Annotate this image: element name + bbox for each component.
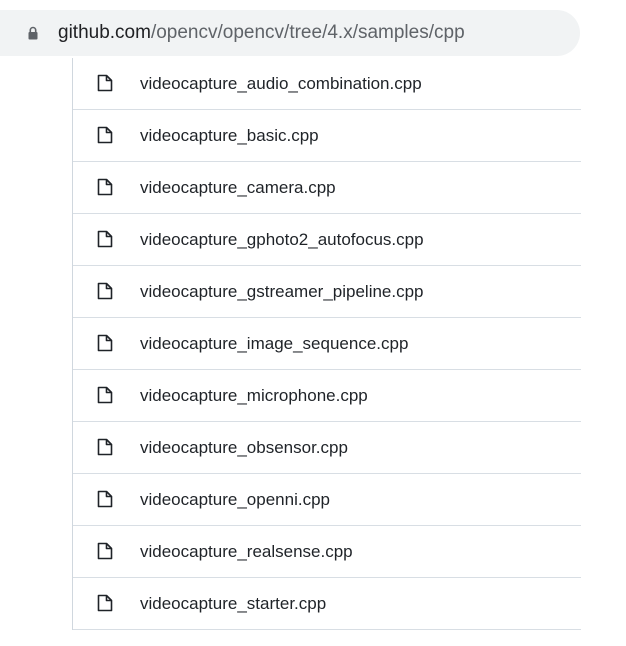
file-icon <box>97 594 113 612</box>
file-icon <box>97 74 113 92</box>
file-icon <box>97 542 113 560</box>
file-list: videocapture_audio_combination.cppvideoc… <box>72 58 581 630</box>
file-icon <box>97 334 113 352</box>
file-row[interactable]: videocapture_starter.cpp <box>73 578 581 630</box>
file-link[interactable]: videocapture_obsensor.cpp <box>140 437 348 459</box>
file-row[interactable]: videocapture_camera.cpp <box>73 162 581 214</box>
file-row[interactable]: videocapture_openni.cpp <box>73 474 581 526</box>
file-row[interactable]: videocapture_audio_combination.cpp <box>73 58 581 110</box>
lock-icon[interactable] <box>28 26 38 40</box>
file-icon <box>97 490 113 508</box>
file-icon <box>97 178 113 196</box>
url-host: github.com <box>58 22 151 43</box>
file-link[interactable]: videocapture_audio_combination.cpp <box>140 73 422 95</box>
file-icon <box>97 282 113 300</box>
file-icon <box>97 126 113 144</box>
file-link[interactable]: videocapture_image_sequence.cpp <box>140 333 408 355</box>
file-link[interactable]: videocapture_basic.cpp <box>140 125 319 147</box>
file-link[interactable]: videocapture_microphone.cpp <box>140 385 368 407</box>
file-row[interactable]: videocapture_obsensor.cpp <box>73 422 581 474</box>
file-link[interactable]: videocapture_starter.cpp <box>140 593 326 615</box>
file-icon <box>97 386 113 404</box>
file-row[interactable]: videocapture_realsense.cpp <box>73 526 581 578</box>
url-path: /opencv/opencv/tree/4.x/samples/cpp <box>150 22 465 43</box>
file-row[interactable]: videocapture_gstreamer_pipeline.cpp <box>73 266 581 318</box>
file-row[interactable]: videocapture_image_sequence.cpp <box>73 318 581 370</box>
file-link[interactable]: videocapture_camera.cpp <box>140 177 336 199</box>
file-row[interactable]: videocapture_microphone.cpp <box>73 370 581 422</box>
file-icon <box>97 230 113 248</box>
file-link[interactable]: videocapture_openni.cpp <box>140 489 330 511</box>
file-link[interactable]: videocapture_gphoto2_autofocus.cpp <box>140 229 424 251</box>
file-row[interactable]: videocapture_basic.cpp <box>73 110 581 162</box>
file-row[interactable]: videocapture_gphoto2_autofocus.cpp <box>73 214 581 266</box>
file-link[interactable]: videocapture_realsense.cpp <box>140 541 353 563</box>
address-bar[interactable]: github.com/opencv/opencv/tree/4.x/sample… <box>0 10 580 56</box>
url-text[interactable]: github.com/opencv/opencv/tree/4.x/sample… <box>58 21 465 45</box>
file-link[interactable]: videocapture_gstreamer_pipeline.cpp <box>140 281 424 303</box>
file-icon <box>97 438 113 456</box>
